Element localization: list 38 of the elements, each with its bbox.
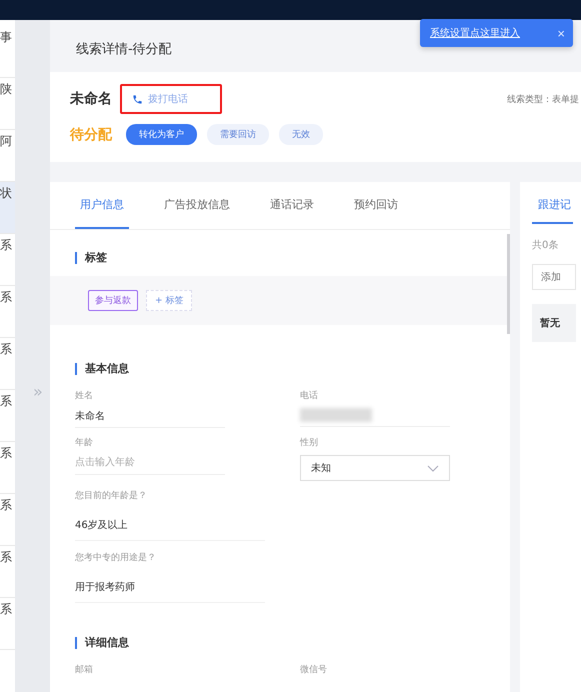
input-field[interactable]: 点击输入年龄 <box>75 455 225 475</box>
field-label: 微信号 <box>300 664 328 676</box>
drawer-title: 线索详情-待分配 <box>75 41 172 59</box>
section-title: 标签 <box>75 252 485 264</box>
chevron-down-icon <box>427 464 439 472</box>
lead-name: 未命名 <box>70 90 112 108</box>
status-text: 待分配 <box>70 126 112 144</box>
answer-text: 用于报考药师 <box>75 580 265 603</box>
tooltip-link[interactable]: 系统设置点这里进入 <box>430 26 520 40</box>
field-label: 邮箱 <box>75 664 94 676</box>
tab[interactable]: 用户信息 <box>75 182 129 229</box>
field-label: 姓名 <box>75 390 94 402</box>
lead-type-text: 线索类型：表单提 <box>507 94 579 106</box>
sidebar-item[interactable]: 状 <box>0 182 15 234</box>
action-button[interactable]: 转化为客户 <box>126 124 197 145</box>
phone-icon <box>132 94 143 104</box>
input-field[interactable]: 添加 <box>532 264 576 290</box>
input-field[interactable]: 未命名 <box>75 408 225 428</box>
action-button[interactable]: 需要回访 <box>207 124 269 145</box>
tab[interactable]: 跟进记 <box>532 182 573 224</box>
tab[interactable]: 通话记录 <box>265 182 319 229</box>
select-field[interactable]: 未知 <box>300 455 450 481</box>
answer-text: 46岁及以上 <box>75 518 265 541</box>
count-text: 共0条 <box>532 238 558 252</box>
tag[interactable]: 参与返款 <box>88 290 138 311</box>
field-label: 年龄 <box>75 436 94 449</box>
scrollbar[interactable] <box>507 234 510 334</box>
blurred-value <box>300 408 372 422</box>
field-label: 电话 <box>300 390 319 402</box>
section-title: 基本信息 <box>75 363 485 375</box>
question-label: 您考中专的用途是？ <box>75 552 157 564</box>
tab[interactable]: 预约回访 <box>349 182 403 229</box>
action-button[interactable]: 无效 <box>279 124 323 145</box>
field-label: 性别 <box>300 436 319 449</box>
section-title: 详细信息 <box>75 637 485 649</box>
tab[interactable]: 广告投放信息 <box>159 182 235 229</box>
question-label: 您目前的年龄是？ <box>75 490 148 502</box>
empty-state: 暂无 <box>532 304 576 342</box>
